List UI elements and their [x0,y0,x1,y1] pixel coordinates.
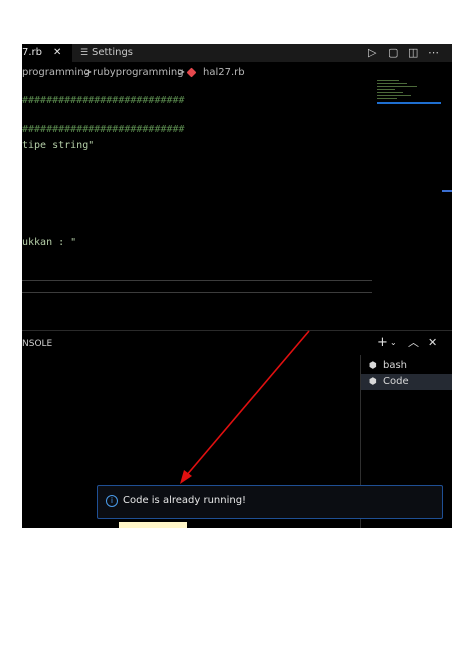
annotation-arrow [180,330,310,484]
vscode-window: 7.rb ✕ ☰ Settings ▷ ▢ ◫ ⋯ programming > … [22,44,452,528]
